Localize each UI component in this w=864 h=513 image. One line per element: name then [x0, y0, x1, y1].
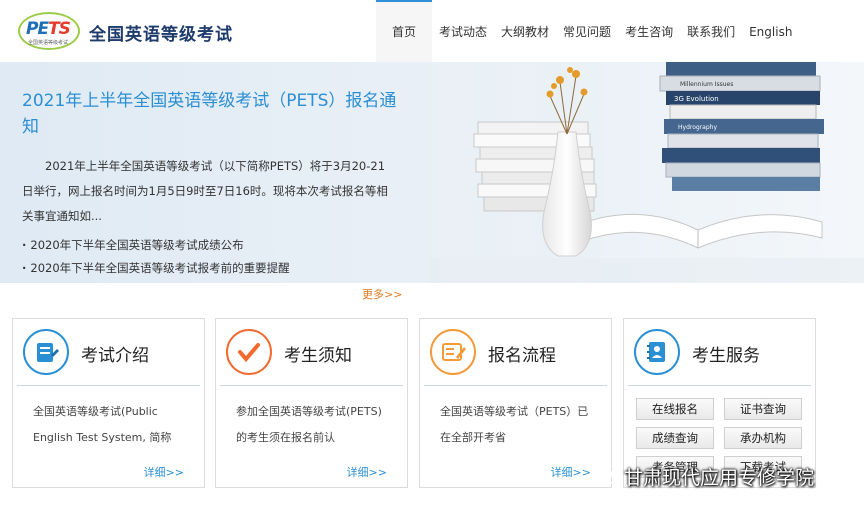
notepad-pen-icon — [23, 329, 69, 375]
divider — [628, 385, 811, 386]
host-institution-button[interactable]: 承办机构 — [724, 427, 802, 449]
divider — [220, 385, 403, 386]
header: PETS 全国英语等级考试 全国英语等级考试 首页 考试动态 大纲教材 常见问题… — [0, 0, 864, 62]
wechat-watermark: 甘肃现代应用专修学院 — [596, 461, 814, 491]
score-query-button[interactable]: 成绩查询 — [636, 427, 714, 449]
main-nav: 首页 考试动态 大纲教材 常见问题 考生咨询 联系我们 English — [376, 0, 799, 62]
news-link[interactable]: 2020年下半年全国英语等级考试成绩公布 — [22, 234, 290, 257]
card-title[interactable]: 考生须知 — [284, 341, 352, 366]
certificate-query-button[interactable]: 证书查询 — [724, 398, 802, 420]
watermark-text: 甘肃现代应用专修学院 — [624, 466, 815, 489]
banner-more-link[interactable]: 更多>> — [362, 286, 402, 302]
card-title[interactable]: 报名流程 — [488, 341, 556, 366]
site-title: 全国英语等级考试 — [89, 25, 233, 45]
divider — [17, 385, 200, 386]
online-registration-button[interactable]: 在线报名 — [636, 398, 714, 420]
nav-contact[interactable]: 联系我们 — [680, 0, 742, 62]
nav-home[interactable]: 首页 — [376, 0, 433, 62]
card-title[interactable]: 考试介绍 — [81, 341, 149, 366]
card-exam-intro: 考试介绍 全国英语等级考试(Public English Test System… — [12, 318, 205, 488]
logo-subtitle: 全国英语等级考试 — [28, 40, 69, 46]
svg-text:Hydrography: Hydrography — [678, 124, 717, 131]
logo-text: PETS — [26, 19, 71, 39]
nav-syllabus[interactable]: 大纲教材 — [494, 0, 556, 62]
details-link[interactable]: 详细>> — [347, 464, 387, 480]
card-title[interactable]: 考生服务 — [692, 341, 760, 366]
news-link[interactable]: 2020年下半年全国英语等级考试报考前的重要提醒 — [22, 257, 289, 280]
card-summary: 全国英语等级考试（PETS）已在全部开考省 — [440, 405, 589, 444]
svg-text:Millennium Issues: Millennium Issues — [680, 81, 733, 88]
nav-english[interactable]: English — [742, 0, 799, 62]
nav-faq[interactable]: 常见问题 — [556, 0, 618, 62]
card-registration-process: 报名流程 全国英语等级考试（PETS）已在全部开考省 详细>> — [419, 318, 612, 488]
card-candidate-notice: 考生须知 参加全国英语等级考试(PETS)的考生须在报名前认 详细>> — [215, 318, 408, 488]
card-summary: 全国英语等级考试(Public English Test System, 简称 — [33, 405, 172, 444]
nav-exam-news[interactable]: 考试动态 — [432, 0, 494, 62]
document-edit-icon — [430, 329, 476, 375]
divider — [424, 385, 607, 386]
details-link[interactable]: 详细>> — [551, 464, 591, 480]
hero-banner: 2021年上半年全国英语等级考试（PETS）报名通知 2021年上半年全国英语等… — [0, 62, 864, 283]
svg-text:3G Evolution: 3G Evolution — [674, 95, 719, 103]
banner-title[interactable]: 2021年上半年全国英语等级考试（PETS）报名通知 — [22, 88, 402, 140]
wechat-icon — [596, 467, 618, 484]
banner-description: 2021年上半年全国英语等级考试（以下简称PETS）将于3月20-21日举行，网… — [22, 159, 388, 223]
contact-book-icon — [634, 329, 680, 375]
nav-consult[interactable]: 考生咨询 — [618, 0, 680, 62]
pets-logo[interactable]: PETS 全国英语等级考试 — [18, 12, 80, 50]
card-summary: 参加全国英语等级考试(PETS)的考生须在报名前认 — [236, 405, 382, 444]
checkmark-icon — [226, 329, 272, 375]
details-link[interactable]: 详细>> — [144, 464, 184, 480]
books-vase-illustration: Millennium Issues 3G Evolution Hydrograp… — [430, 62, 864, 283]
banner-news-list: 2020年下半年全国英语等级考试成绩公布 2020年下半年全国英语等级考试报考前… — [22, 234, 290, 280]
